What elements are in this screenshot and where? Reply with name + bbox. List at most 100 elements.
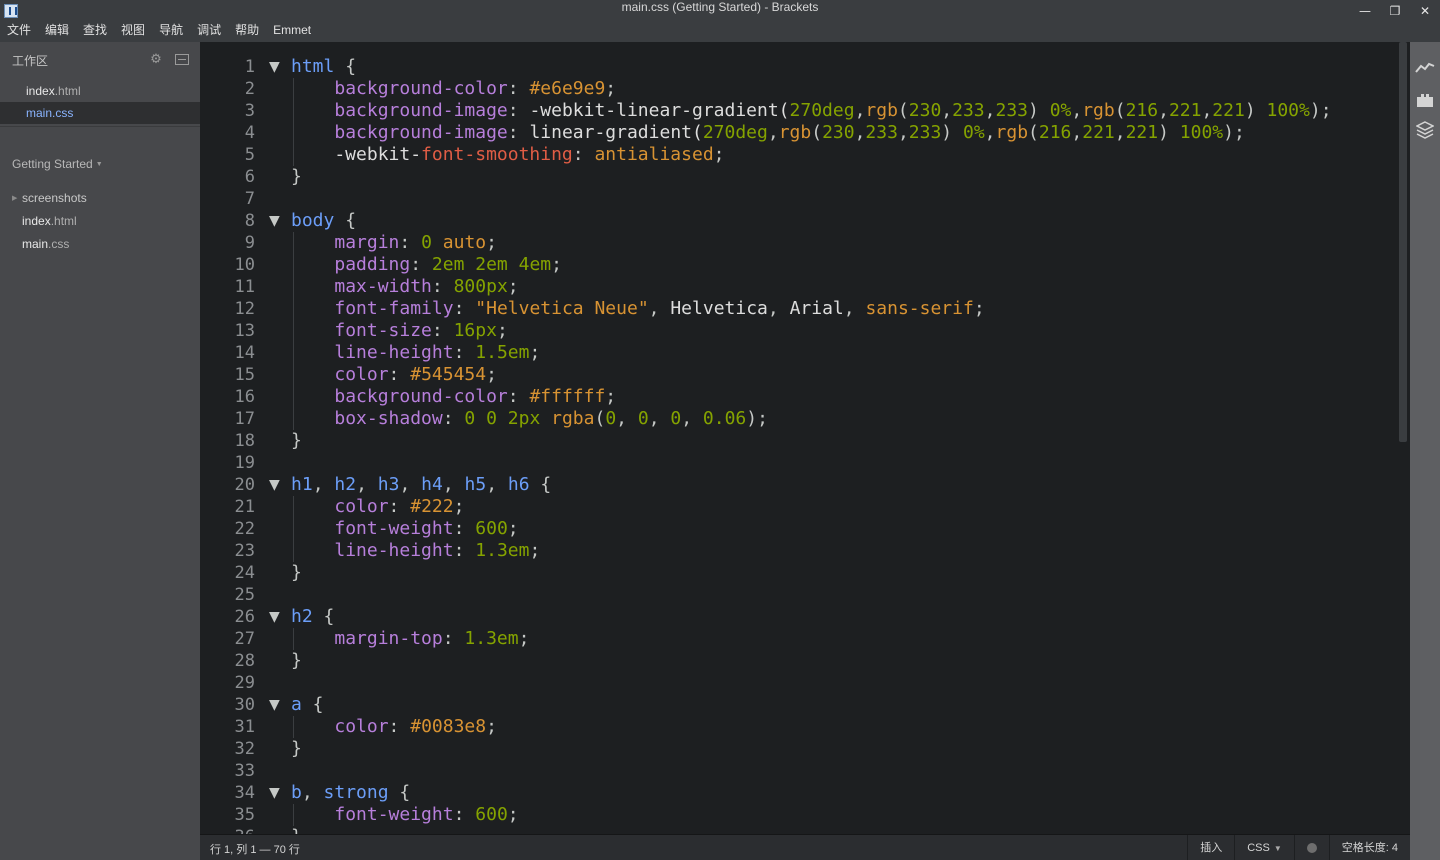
menu-navigate[interactable]: 导航 — [159, 20, 183, 40]
close-button[interactable]: ✕ — [1410, 0, 1440, 22]
code-token: body — [291, 210, 335, 231]
code-token: margin-top — [334, 628, 443, 649]
line-number: 32 — [234, 739, 255, 759]
tree-file-index-html[interactable]: index.html — [0, 210, 200, 233]
tree-folder-screenshots[interactable]: ▶ screenshots — [0, 187, 200, 210]
code-token: : — [453, 804, 476, 825]
code-token: a — [291, 694, 302, 715]
caret-right-icon[interactable]: ▶ — [12, 187, 17, 210]
line-text: background-color: #ffffff; — [291, 386, 616, 408]
line-number: 2 — [244, 79, 255, 99]
lint-status[interactable] — [1293, 835, 1329, 860]
line-text: color: #545454; — [291, 364, 497, 386]
indent-setting[interactable]: 空格长度: 4 — [1328, 835, 1410, 860]
menu-debug[interactable]: 调试 — [197, 20, 221, 40]
code-token: margin — [334, 232, 400, 253]
code-token: 2em 2em 4em — [431, 254, 552, 275]
minimize-button[interactable]: — — [1350, 0, 1380, 22]
line-number: 3 — [244, 101, 255, 121]
code-token: , — [442, 474, 465, 495]
code-token: color — [334, 496, 389, 517]
code-token: , — [1114, 122, 1126, 143]
code-token: ; — [605, 78, 617, 99]
line-text: font-family: "Helvetica Neue", Helvetica… — [291, 298, 984, 320]
editor-scrollbar[interactable] — [1397, 42, 1410, 834]
split-view-icon[interactable] — [175, 54, 189, 65]
fold-toggle-icon[interactable]: ▼ — [269, 210, 280, 232]
tree-file-main-css[interactable]: main.css — [0, 233, 200, 256]
menu-edit[interactable]: 编辑 — [45, 20, 69, 40]
working-file-index-html[interactable]: index.html — [0, 80, 200, 102]
code-token: ( — [897, 100, 909, 121]
code-token: 0 — [421, 232, 432, 253]
code-token: ; — [605, 386, 617, 407]
menu-find[interactable]: 查找 — [83, 20, 107, 40]
file-tree: ▶ screenshots index.html main.css — [0, 187, 200, 256]
working-file-main-css[interactable]: main.css — [0, 102, 200, 124]
code-token: -webkit-linear-gradient( — [529, 100, 790, 121]
line-text: background-color: #e6e9e9; — [291, 78, 616, 100]
code-token: : — [572, 144, 595, 165]
line-text: line-height: 1.3em; — [291, 540, 540, 562]
code-token: max-width — [334, 276, 432, 297]
sidebar-divider — [0, 126, 200, 127]
insert-mode-toggle[interactable]: 插入 — [1187, 835, 1234, 860]
code-token: 0% — [962, 122, 985, 143]
code-token: background-color — [334, 386, 508, 407]
line-text: font-weight: 600; — [291, 518, 519, 540]
fold-toggle-icon[interactable]: ▼ — [269, 474, 280, 496]
layers-icon[interactable] — [1415, 120, 1435, 140]
working-files-title: 工作区 — [12, 54, 49, 68]
restore-button[interactable]: ❐ — [1380, 0, 1410, 22]
menu-file[interactable]: 文件 — [7, 20, 31, 40]
code-token: , — [941, 100, 953, 121]
live-preview-icon[interactable] — [1415, 58, 1435, 78]
line-text: background-image: -webkit-linear-gradien… — [291, 100, 1331, 122]
code-token: ( — [594, 408, 606, 429]
line-number: 1 — [244, 57, 255, 77]
code-token: 0 0 2px — [464, 408, 541, 429]
code-token: ; — [507, 518, 519, 539]
line-text: color: #0083e8; — [291, 716, 497, 738]
fold-toggle-icon[interactable]: ▼ — [269, 56, 280, 78]
code-token: : — [442, 628, 465, 649]
code-token: } — [291, 562, 302, 583]
fold-toggle-icon[interactable]: ▼ — [269, 782, 280, 804]
fold-toggle-icon[interactable]: ▼ — [269, 694, 280, 716]
code-token: box-shadow — [334, 408, 443, 429]
code-token: 216 — [1038, 122, 1072, 143]
code-token: , — [648, 408, 671, 429]
code-token: background-image — [334, 100, 508, 121]
line-number: 30 — [234, 695, 255, 715]
menu-view[interactable]: 视图 — [121, 20, 145, 40]
code-editor[interactable]: 1 ▼ html {2 background-color: #e6e9e9; 3 ba… — [200, 42, 1410, 834]
code-token: ; — [486, 364, 497, 385]
working-files-header: 工作区 ⚙ — [0, 50, 200, 70]
file-ext: .html — [54, 84, 81, 98]
line-text: margin: 0 auto; — [291, 232, 497, 254]
fold-toggle-icon[interactable]: ▼ — [269, 606, 280, 628]
scrollbar-thumb[interactable] — [1399, 42, 1407, 442]
code-token: 0 — [605, 408, 617, 429]
code-token: , — [1158, 100, 1169, 121]
line-number: 7 — [244, 189, 255, 209]
line-text: b, strong { — [291, 782, 410, 804]
line-text: } — [291, 738, 302, 760]
code-token: 800px — [453, 276, 508, 297]
menu-help[interactable]: 帮助 — [235, 20, 259, 40]
language-select[interactable]: CSS ▼ — [1234, 835, 1294, 860]
project-dropdown[interactable]: Getting Started ▼ — [12, 157, 103, 171]
title-bar: main.css (Getting Started) - Brackets — … — [0, 0, 1440, 42]
menu-emmet[interactable]: Emmet — [273, 20, 311, 40]
gear-icon[interactable]: ⚙ — [149, 53, 163, 67]
code-token: , — [486, 474, 508, 495]
code-token: 221 — [1212, 100, 1245, 121]
code-token: 0.06 — [702, 408, 747, 429]
code-token: rgb — [995, 122, 1029, 143]
extension-manager-icon[interactable] — [1415, 90, 1435, 110]
